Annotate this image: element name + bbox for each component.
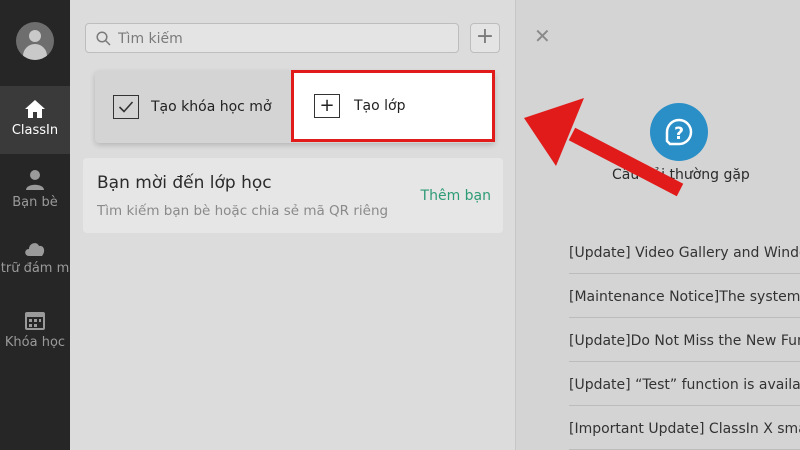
plus-icon: + bbox=[314, 94, 340, 118]
invite-title: Bạn mời đến lớp học bbox=[97, 173, 272, 193]
avatar-head bbox=[29, 30, 41, 42]
cloud-icon bbox=[25, 243, 45, 256]
news-item[interactable]: [Important Update] ClassIn X smar bbox=[569, 406, 800, 450]
middle-panel: + Tạo khóa học mở + Tạo lớp Bạn mời đến … bbox=[70, 0, 515, 450]
news-item[interactable]: [Update] “Test” function is availa bbox=[569, 362, 800, 406]
avatar-body bbox=[23, 44, 47, 60]
news-item[interactable]: [Update] Video Gallery and Windo bbox=[569, 230, 800, 274]
left-nav: ClassIn Bạn bè trữ đám m Khóa học bbox=[0, 0, 70, 450]
avatar[interactable] bbox=[16, 22, 54, 60]
add-friend-link[interactable]: Thêm bạn bbox=[421, 188, 491, 204]
right-panel: ✕ ? Câu hỏi thường gặp [Update] Video Ga… bbox=[516, 0, 800, 450]
nav-item-label: trữ đám m bbox=[0, 261, 70, 276]
checkbox-icon bbox=[113, 95, 139, 119]
search-input[interactable] bbox=[116, 28, 450, 50]
add-button[interactable]: + bbox=[470, 23, 500, 53]
nav-item-friends[interactable]: Bạn bè bbox=[0, 156, 70, 224]
person-icon bbox=[26, 170, 44, 190]
nav-item-label: Bạn bè bbox=[12, 195, 58, 210]
help-label[interactable]: Câu hỏi thường gặp bbox=[612, 167, 750, 183]
create-open-course-label: Tạo khóa học mở bbox=[151, 99, 272, 115]
invite-subtitle: Tìm kiếm bạn bè hoặc chia sẻ mã QR riêng bbox=[97, 203, 389, 219]
nav-item-label: Khóa học bbox=[4, 335, 66, 350]
home-icon bbox=[25, 100, 45, 118]
news-list: [Update] Video Gallery and Windo [Mainte… bbox=[569, 230, 800, 450]
svg-text:?: ? bbox=[674, 124, 684, 144]
search-icon bbox=[96, 31, 111, 46]
nav-item-cloud[interactable]: trữ đám m bbox=[0, 226, 70, 294]
news-item[interactable]: [Maintenance Notice]The system w bbox=[569, 274, 800, 318]
invite-card: Bạn mời đến lớp học Tìm kiếm bạn bè hoặc… bbox=[83, 158, 503, 233]
create-open-course-option[interactable]: Tạo khóa học mở bbox=[113, 71, 272, 143]
nav-item-classin[interactable]: ClassIn bbox=[0, 86, 70, 154]
plus-icon: + bbox=[475, 24, 495, 49]
news-item[interactable]: [Update]Do Not Miss the New Fun bbox=[569, 318, 800, 362]
help-icon[interactable]: ? bbox=[650, 103, 708, 161]
calendar-icon bbox=[25, 312, 45, 330]
create-class-label: Tạo lớp bbox=[354, 98, 406, 114]
close-icon[interactable]: ✕ bbox=[534, 24, 551, 48]
search-box[interactable] bbox=[85, 23, 459, 53]
create-class-option[interactable]: + Tạo lớp bbox=[291, 70, 495, 142]
nav-item-courses[interactable]: Khóa học bbox=[0, 296, 70, 364]
nav-item-label: ClassIn bbox=[11, 123, 59, 138]
